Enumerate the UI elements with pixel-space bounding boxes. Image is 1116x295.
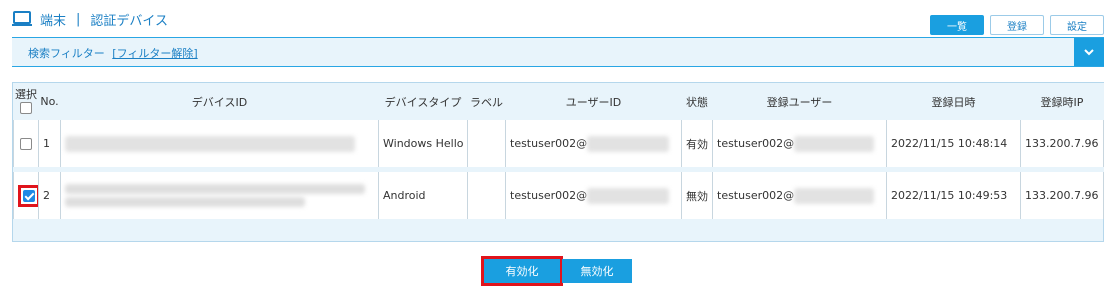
clear-filter-link[interactable]: [フィルター解除] [112,47,197,60]
settings-button[interactable]: 設定 [1050,15,1104,35]
row-user-id: testuser002@ [510,136,588,150]
row-registered-user-cell: testuser002@ [712,120,887,167]
row-status: 無効 [681,172,713,219]
list-button[interactable]: 一覧 [930,15,984,35]
row-registered-date: 2022/11/15 10:48:14 [886,120,1021,167]
row-registered-user: testuser002@ [717,136,795,150]
row-no: 2 [38,172,61,219]
table-row[interactable]: 1 Windows Hello testuser002@ 有効 testuser… [13,120,1104,167]
section-label: 端末 [40,13,67,29]
row-device-type: Android [378,172,468,219]
monitor-icon [12,11,32,26]
row-select-cell [13,120,39,167]
header-separator: | [76,11,81,27]
chevron-down-icon [1084,48,1094,55]
col-registered-ip[interactable]: 登録時IP [1020,83,1104,120]
row-checkbox[interactable] [20,138,32,150]
col-device-type[interactable]: デバイスタイプ [378,83,468,120]
disable-button[interactable]: 無効化 [562,259,632,283]
row-user-id-cell: testuser002@ [505,172,682,219]
row-device-type: Windows Hello [378,120,468,167]
col-select-label: 選択 [15,88,37,102]
table-row[interactable]: 2 Android testuser002@ 無効 testuser002@ 2… [13,172,1104,219]
device-id-redacted [60,172,379,219]
page-title: 認証デバイス [90,13,169,29]
col-device-id[interactable]: デバイスID [60,83,379,120]
page-header: 端末 | 認証デバイス [12,8,168,30]
col-label[interactable]: ラベル [467,83,506,120]
device-table: 選択 No. デバイスID デバイスタイプ ラベル ユーザーID 状態 登録ユー… [13,83,1104,219]
row-no: 1 [38,120,61,167]
filter-label-wrap: 検索フィルター [フィルター解除] [28,45,198,61]
row-registered-ip: 133.200.7.96 [1020,172,1104,219]
register-button[interactable]: 登録 [990,15,1044,35]
table-header-row: 選択 No. デバイスID デバイスタイプ ラベル ユーザーID 状態 登録ユー… [13,83,1104,120]
filter-toggle-button[interactable] [1074,38,1104,66]
device-table-container: 選択 No. デバイスID デバイスタイプ ラベル ユーザーID 状態 登録ユー… [12,82,1104,242]
row-user-id: testuser002@ [510,188,588,202]
bulk-actions: 有効化 無効化 [481,256,632,286]
row-status: 有効 [681,120,713,167]
row-label [467,172,506,219]
col-registered-user[interactable]: 登録ユーザー [712,83,887,120]
col-status[interactable]: 状態 [681,83,713,120]
device-id-redacted [60,120,379,167]
row-label [467,120,506,167]
col-no[interactable]: No. [38,83,61,120]
col-select: 選択 [13,83,39,120]
enable-button[interactable]: 有効化 [481,256,563,286]
row-select-cell [13,172,39,219]
checkbox-highlight [18,184,38,207]
row-user-id-cell: testuser002@ [505,120,682,167]
col-user-id[interactable]: ユーザーID [505,83,682,120]
search-filter-bar: 検索フィルター [フィルター解除] [12,37,1104,67]
row-registered-date: 2022/11/15 10:49:53 [886,172,1021,219]
row-registered-user-cell: testuser002@ [712,172,887,219]
select-all-checkbox[interactable] [20,101,32,114]
search-filter-label: 検索フィルター [28,47,105,60]
row-checkbox-checked[interactable] [23,189,35,202]
top-toolbar: 一覧 登録 設定 [930,15,1104,35]
row-registered-user: testuser002@ [717,188,795,202]
row-registered-ip: 133.200.7.96 [1020,120,1104,167]
col-registered-date[interactable]: 登録日時 [886,83,1021,120]
